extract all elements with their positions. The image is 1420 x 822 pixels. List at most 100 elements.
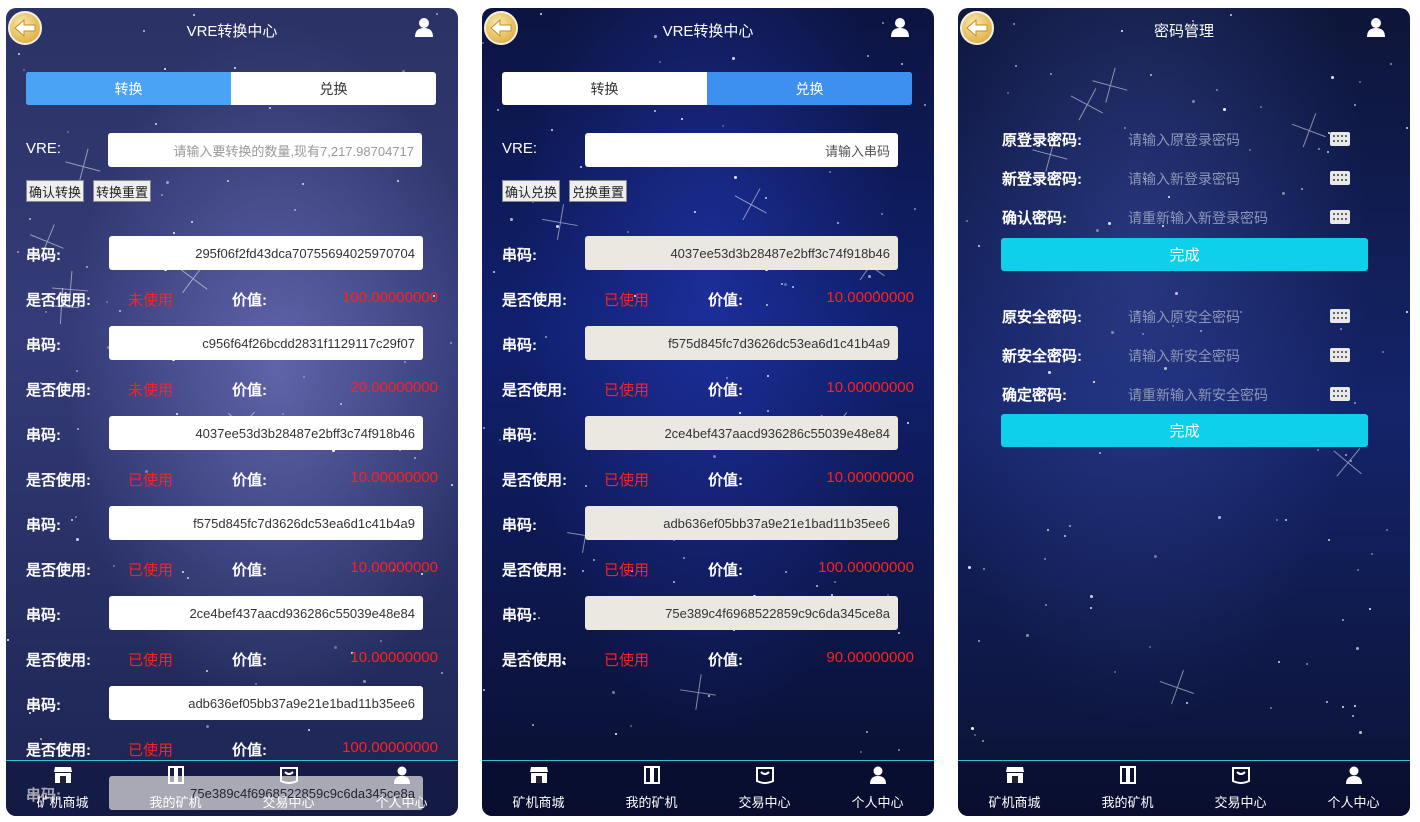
reset-redeem-button[interactable]: 兑换重置 [569,180,628,202]
star-decoration [1026,633,1030,637]
nav-item-shop[interactable]: 矿机商城 [958,761,1071,816]
keyboard-icon[interactable] [1330,210,1350,224]
vre-label: VRE: [26,140,62,157]
star-decoration [1069,524,1072,527]
code-field[interactable]: c956f64f26bcdd2831f1129117c29f07 [109,326,423,360]
login-done-button[interactable]: 完成 [1001,238,1368,271]
tab-convert[interactable]: 转换 [26,72,231,105]
code-field[interactable]: 2ce4bef437aacd936286c55039e48e84 [585,416,898,450]
code-input[interactable]: 请输入串码 [585,133,898,167]
nav-item-miner[interactable]: 我的矿机 [119,761,232,816]
nav-label: 我的矿机 [1101,795,1154,810]
shop-icon [1005,766,1025,792]
star-decoration [1124,127,1127,130]
page-title: VRE转换中心 [186,23,278,40]
value-amount: 10.00000000 [826,289,914,306]
nav-item-shop[interactable]: 矿机商城 [482,761,595,816]
nav-item-trade[interactable]: 交易中心 [1184,761,1297,816]
user-icon[interactable] [414,17,434,37]
star-decoration [362,680,366,684]
tab-redeem[interactable]: 兑换 [707,72,912,105]
star-decoration [1175,292,1179,296]
star-decoration [340,403,343,406]
star-decoration [1368,607,1371,610]
nav-item-miner[interactable]: 我的矿机 [1071,761,1184,816]
used-status-label: 是否使用: [26,742,91,759]
used-status-value: 已使用 [128,562,174,579]
sparkle-decoration [1286,107,1332,153]
confirm-redeem-button[interactable]: 确认兑换 [502,180,561,202]
code-field[interactable]: f575d845fc7d3626dc53ea6d1c41b4a9 [109,506,423,540]
nav-item-user[interactable]: 个人中心 [1297,761,1410,816]
vre-amount-input[interactable]: 请输入要转换的数量,现有7,217.98704717 [108,133,422,167]
star-decoration [1357,569,1360,572]
bottom-nav: 矿机商城 我的矿机 交易中心 个人中心 [6,760,458,816]
star-decoration [182,570,185,573]
nav-item-miner[interactable]: 我的矿机 [595,761,708,816]
star-decoration [163,67,166,70]
star-decoration [1276,519,1279,522]
code-field[interactable]: 4037ee53d3b28487e2bff3c74f918b46 [585,236,898,270]
star-decoration [303,376,306,379]
star-decoration [1192,100,1196,104]
confirm-convert-button[interactable]: 确认转换 [26,180,85,202]
miner-icon [166,766,186,792]
keyboard-icon[interactable] [1330,309,1350,323]
star-decoration [1390,63,1393,66]
star-decoration [708,694,711,697]
code-field[interactable]: 2ce4bef437aacd936286c55039e48e84 [109,596,423,630]
nav-item-user[interactable]: 个人中心 [821,761,934,816]
star-decoration [982,739,985,742]
code-field[interactable]: 4037ee53d3b28487e2bff3c74f918b46 [109,416,423,450]
keyboard-icon[interactable] [1330,171,1350,185]
star-decoration [1340,327,1343,330]
keyboard-icon[interactable] [1330,132,1350,146]
password-input[interactable]: 请重新输入新安全密码 [1128,385,1268,405]
nav-item-shop[interactable]: 矿机商城 [6,761,119,816]
star-decoration [1199,329,1202,332]
star-decoration [1331,76,1335,80]
value-label: 价值: [232,292,267,309]
value-label: 价值: [708,382,743,399]
star-decoration [1044,558,1047,561]
star-decoration [1317,148,1320,151]
user-icon[interactable] [1366,17,1386,37]
code-field[interactable]: adb636ef05bb37a9e21e1bad11b35ee6 [109,686,423,720]
nav-item-trade[interactable]: 交易中心 [708,761,821,816]
star-decoration [1269,707,1272,710]
star-decoration [538,617,540,620]
nav-label: 我的矿机 [625,795,678,810]
star-decoration [683,557,686,560]
star-decoration [614,732,617,735]
password-input[interactable]: 请输入新安全密码 [1128,346,1240,366]
code-field[interactable]: 75e389c4f6968522859c9c6da345ce8a [585,596,898,630]
sparkle-decoration [539,201,581,243]
keyboard-icon[interactable] [1330,348,1350,362]
reset-convert-button[interactable]: 转换重置 [93,180,152,202]
password-input[interactable]: 请输入原登录密码 [1128,130,1240,150]
password-input[interactable]: 请输入新登录密码 [1128,169,1240,189]
code-label: 串码: [502,247,537,264]
star-decoration [1358,731,1362,735]
star-decoration [1370,552,1373,555]
password-input[interactable]: 请重新输入新登录密码 [1128,208,1268,228]
code-field[interactable]: 295f06f2fd43dca70755694025970704 [109,236,423,270]
keyboard-icon[interactable] [1330,387,1350,401]
header: VRE转换中心 [6,8,458,48]
code-field[interactable]: f575d845fc7d3626dc53ea6d1c41b4a9 [585,326,898,360]
nav-item-trade[interactable]: 交易中心 [232,761,345,816]
security-done-button[interactable]: 完成 [1001,414,1368,447]
code-field[interactable]: adb636ef05bb37a9e21e1bad11b35ee6 [585,506,898,540]
star-decoration [816,585,819,588]
tab-redeem[interactable]: 兑换 [231,72,436,105]
star-decoration [1317,448,1320,451]
nav-item-user[interactable]: 个人中心 [345,761,458,816]
password-input[interactable]: 请输入原安全密码 [1128,307,1240,327]
star-decoration [532,724,535,727]
value-amount: 10.00000000 [350,649,438,666]
tab-convert[interactable]: 转换 [502,72,707,105]
user-icon[interactable] [890,17,910,37]
sparkle-decoration [1154,664,1200,710]
star-decoration [1406,126,1409,129]
sparkle-decoration [1063,80,1112,129]
